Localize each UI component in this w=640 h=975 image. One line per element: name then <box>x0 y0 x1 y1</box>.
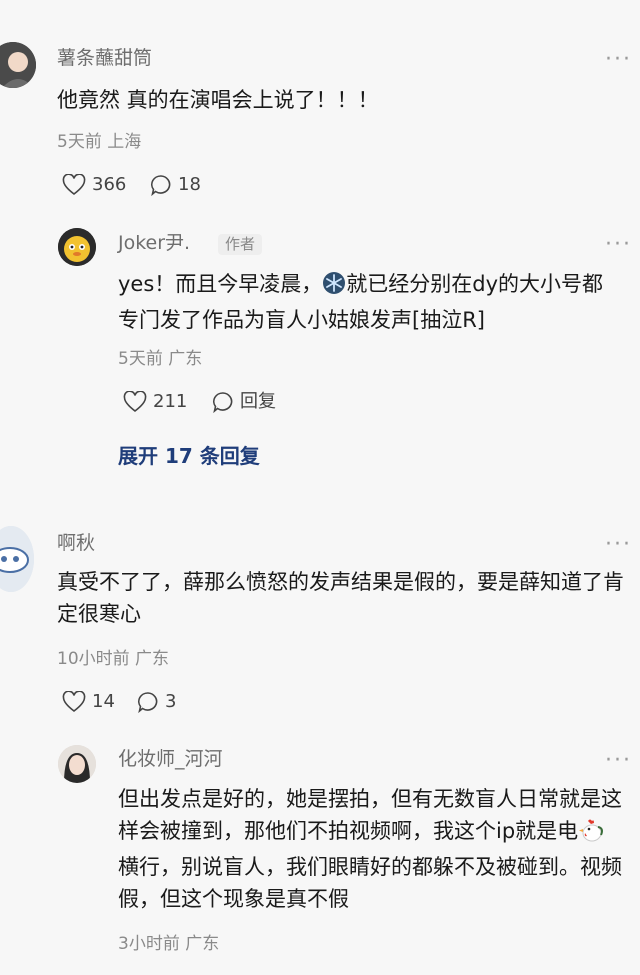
like-button[interactable]: 366 <box>62 174 126 196</box>
avatar[interactable] <box>0 526 34 592</box>
rooster-icon <box>578 818 604 851</box>
more-options-icon[interactable]: ··· <box>605 534 632 556</box>
comment-bubble-icon <box>137 691 159 713</box>
reply-text: 但出发点是好的，她是摆拍，但有无数盲人日常就是这样会被撞到，那他们不拍视频啊，我… <box>118 783 623 915</box>
more-options-icon[interactable]: ··· <box>605 750 632 772</box>
like-button[interactable]: 14 <box>62 691 115 713</box>
reply-label: 回复 <box>240 391 276 412</box>
reply-meta: 5天前 广东 <box>118 349 203 369</box>
reply-username[interactable]: 化妆师_河河 <box>118 750 223 769</box>
reply-count: 18 <box>178 174 201 195</box>
heart-icon <box>123 391 147 413</box>
reply-button[interactable]: 3 <box>137 691 176 713</box>
heart-icon <box>62 691 86 713</box>
reply-count: 3 <box>165 691 177 712</box>
more-options-icon[interactable]: ··· <box>605 234 632 256</box>
reply-text-part2: 横行，别说盲人，我们眼睛好的都躲不及被碰到。视频假，但这个现象是真不假 <box>118 855 622 911</box>
reply-text-part1: 但出发点是好的，她是摆拍，但有无数盲人日常就是这样会被撞到，那他们不拍视频啊，我… <box>118 787 622 843</box>
like-count: 211 <box>153 391 188 412</box>
comment-username[interactable]: 薯条蘸甜筒 <box>57 49 152 68</box>
comment-text: 真受不了了，薛那么愤怒的发声结果是假的，要是薛知道了肯定很寒心 <box>57 570 624 626</box>
like-button[interactable]: 211 <box>123 391 187 413</box>
avatar[interactable] <box>0 42 36 88</box>
avatar[interactable] <box>58 745 96 783</box>
reply-meta: 3小时前 广东 <box>118 934 220 954</box>
like-count: 366 <box>92 174 127 195</box>
comment-username[interactable]: 啊秋 <box>57 534 95 553</box>
comment-meta: 5天前 上海 <box>57 132 142 152</box>
comment-bubble-icon <box>150 174 172 196</box>
reply-username[interactable]: Joker尹. <box>118 234 190 253</box>
snowflake-icon <box>322 271 346 304</box>
comment-bubble-icon <box>212 391 234 413</box>
like-count: 14 <box>92 691 115 712</box>
reply-text: yes！而且今早凌晨， 就已经分别在dy的大小号都专门发了作品为盲人小姑娘发声[抽… <box>118 268 623 336</box>
avatar[interactable] <box>58 228 96 266</box>
comment-meta: 10小时前 广东 <box>57 649 170 669</box>
reply-button[interactable]: 回复 <box>212 391 276 413</box>
author-badge: 作者 <box>218 234 263 255</box>
comment-text: 他竟然 真的在演唱会上说了！！！ <box>57 88 379 112</box>
more-options-icon[interactable]: ··· <box>605 49 632 71</box>
heart-icon <box>62 174 86 196</box>
expand-replies-link[interactable]: 展开 17 条回复 <box>118 446 260 466</box>
reply-button[interactable]: 18 <box>150 174 201 196</box>
reply-text-part1: yes！而且今早凌晨， <box>118 272 323 296</box>
